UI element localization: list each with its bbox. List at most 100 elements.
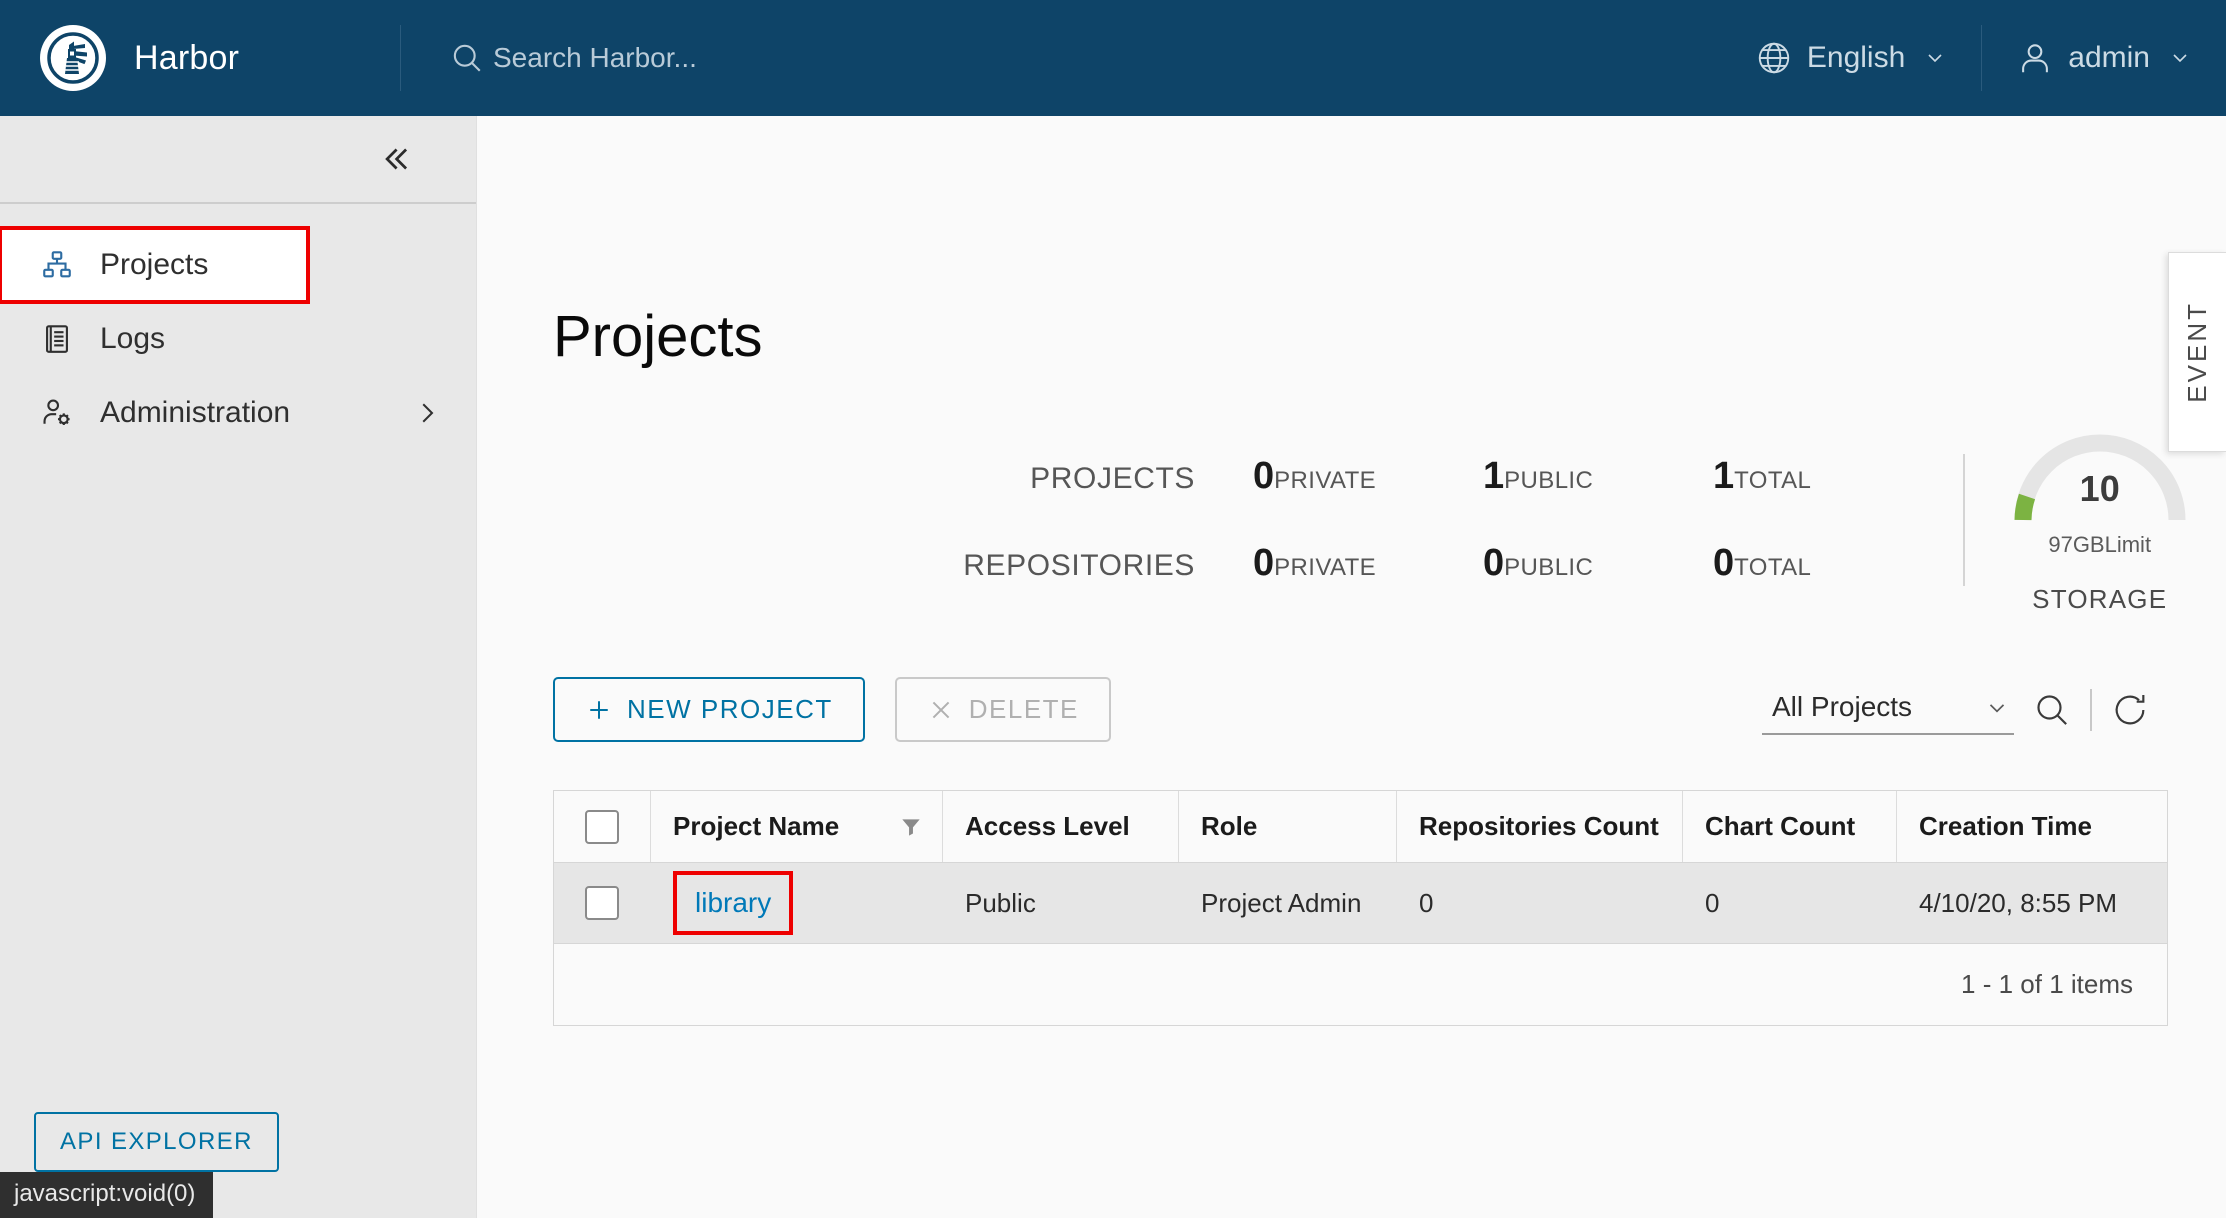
sidebar-collapse-button[interactable] [366,130,424,188]
api-explorer-button[interactable]: API EXPLORER [34,1112,279,1172]
user-label: admin [2068,41,2150,74]
close-x-icon [927,696,955,724]
column-header-role[interactable]: Role [1178,791,1396,862]
statistics-row-projects: PROJECTS 0 PRIVATE 1 PUBLIC 1 TOTAL [553,455,1943,498]
header-right: English admin [1721,0,2226,116]
sidebar-header [0,116,476,204]
row-checkbox-cell [554,863,650,943]
filter-funnel-icon[interactable] [898,814,924,840]
column-label: Chart Count [1705,811,1856,841]
globe-icon [1755,39,1793,77]
global-search[interactable] [401,40,1721,76]
cell-chart-count: 0 [1705,887,1720,918]
stat-value: 0 [1253,541,1275,584]
project-name-link[interactable]: library [673,871,794,935]
toolbar-right: All Projects [1762,680,2168,740]
harbor-app: Harbor Search Harbor... English admin Pr… [0,0,2226,1218]
column-header-creation-time[interactable]: Creation Time [1896,791,2167,862]
new-project-button[interactable]: NEW PROJECT [553,677,865,742]
cell-access-level: Public [965,887,1036,918]
language-selector[interactable]: English [1721,0,1981,116]
plus-icon [585,696,613,724]
cell-role: Project Admin [1201,887,1362,918]
storage-gauge-value: 10 [2079,468,2120,509]
refresh-icon [2110,690,2150,730]
table-row[interactable]: library Public Project Admin 0 0 4/10/20… [554,863,2167,943]
statistics-counts: PROJECTS 0 PRIVATE 1 PUBLIC 1 TOTAL REPO… [553,455,1963,585]
row-checkbox[interactable] [585,886,619,920]
search-input[interactable] [493,42,1093,74]
column-label: Creation Time [1919,811,2092,841]
project-filter-value: All Projects [1772,690,1913,722]
stat-repositories-private: 0 PRIVATE [1253,542,1483,585]
user-gear-icon [40,396,74,430]
app-body: Projects Logs Administration API EXPLORE… [0,116,2226,1218]
stat-repositories-total: 0 TOTAL [1713,542,1943,585]
stat-value: 1 [1483,454,1505,497]
statistics-panel: PROJECTS 0 PRIVATE 1 PUBLIC 1 TOTAL REPO… [477,424,2226,615]
column-label: Repositories Count [1419,811,1659,841]
event-tab-label: EVENT [2182,301,2212,403]
projects-table: Project Name Access Level Role Repositor… [553,790,2168,1026]
project-filter-select[interactable]: All Projects [1762,685,2014,735]
column-label: Access Level [965,811,1130,841]
statistics-row-label: REPOSITORIES [963,548,1195,582]
refresh-button[interactable] [2092,680,2168,740]
harbor-lighthouse-logo-icon [40,25,106,91]
delete-button[interactable]: DELETE [894,677,1111,742]
pagination-summary: 1 - 1 of 1 items [1961,969,2133,999]
table-search-button[interactable] [2014,680,2090,740]
user-icon [2016,39,2054,77]
cell-project-name: library [650,863,942,943]
stat-unit: PUBLIC [1504,466,1594,494]
select-all-checkbox-cell [554,791,650,862]
stat-unit: PRIVATE [1274,553,1377,581]
search-icon [449,40,485,76]
stat-value: 1 [1713,454,1735,497]
chevron-right-icon [412,398,442,428]
double-chevron-left-icon [376,140,414,178]
chevron-down-icon [1984,694,2010,720]
sidebar-item-logs[interactable]: Logs [0,302,476,376]
chevron-down-icon [2168,46,2192,70]
event-tab[interactable]: EVENT [2168,252,2226,452]
stat-projects-private: 0 PRIVATE [1253,455,1483,498]
stat-unit: TOTAL [1734,466,1812,494]
delete-label: DELETE [968,694,1079,724]
main-content: Projects PROJECTS 0 PRIVATE 1 PUBLIC 1 T… [476,116,2226,1218]
language-label: English [1806,41,1906,74]
stat-value: 0 [1713,541,1735,584]
select-all-checkbox[interactable] [585,809,619,844]
statistics-divider [1963,453,1966,586]
stat-projects-total: 1 TOTAL [1713,455,1943,498]
projects-toolbar: NEW PROJECT DELETE All Projects [477,677,2226,742]
storage-gauge-panel: 10 97GBLimit STORAGE [2003,424,2226,615]
sidebar-nav: Projects Logs Administration [0,204,476,1112]
table-header-row: Project Name Access Level Role Repositor… [554,791,2167,863]
column-header-chart-count[interactable]: Chart Count [1682,791,1896,862]
table-footer: 1 - 1 of 1 items [554,943,2167,1025]
brand[interactable]: Harbor [0,25,400,91]
logs-document-icon [40,322,74,356]
column-header-repositories-count[interactable]: Repositories Count [1396,791,1682,862]
column-label: Role [1201,811,1258,841]
new-project-label: NEW PROJECT [627,694,833,724]
storage-limit-label: 97GBLimit [2048,532,2152,557]
search-icon [2032,690,2072,730]
column-header-access-level[interactable]: Access Level [942,791,1178,862]
sidebar-item-label: Projects [100,248,209,281]
stat-unit: PUBLIC [1504,553,1594,581]
column-header-project-name[interactable]: Project Name [650,791,942,862]
stat-value: 0 [1483,541,1505,584]
top-header: Harbor Search Harbor... English admin [0,0,2226,116]
column-label: Project Name [673,811,840,841]
stat-value: 0 [1253,454,1275,497]
chevron-down-icon [1923,46,1947,70]
sidebar-item-projects[interactable]: Projects [0,226,310,304]
sidebar-item-label: Administration [100,396,291,429]
sidebar-item-administration[interactable]: Administration [0,376,476,450]
cell-creation-time: 4/10/20, 8:55 PM [1919,887,2118,918]
user-menu[interactable]: admin [1982,0,2226,116]
projects-hierarchy-icon [40,248,74,282]
sidebar: Projects Logs Administration API EXPLORE… [0,116,476,1218]
